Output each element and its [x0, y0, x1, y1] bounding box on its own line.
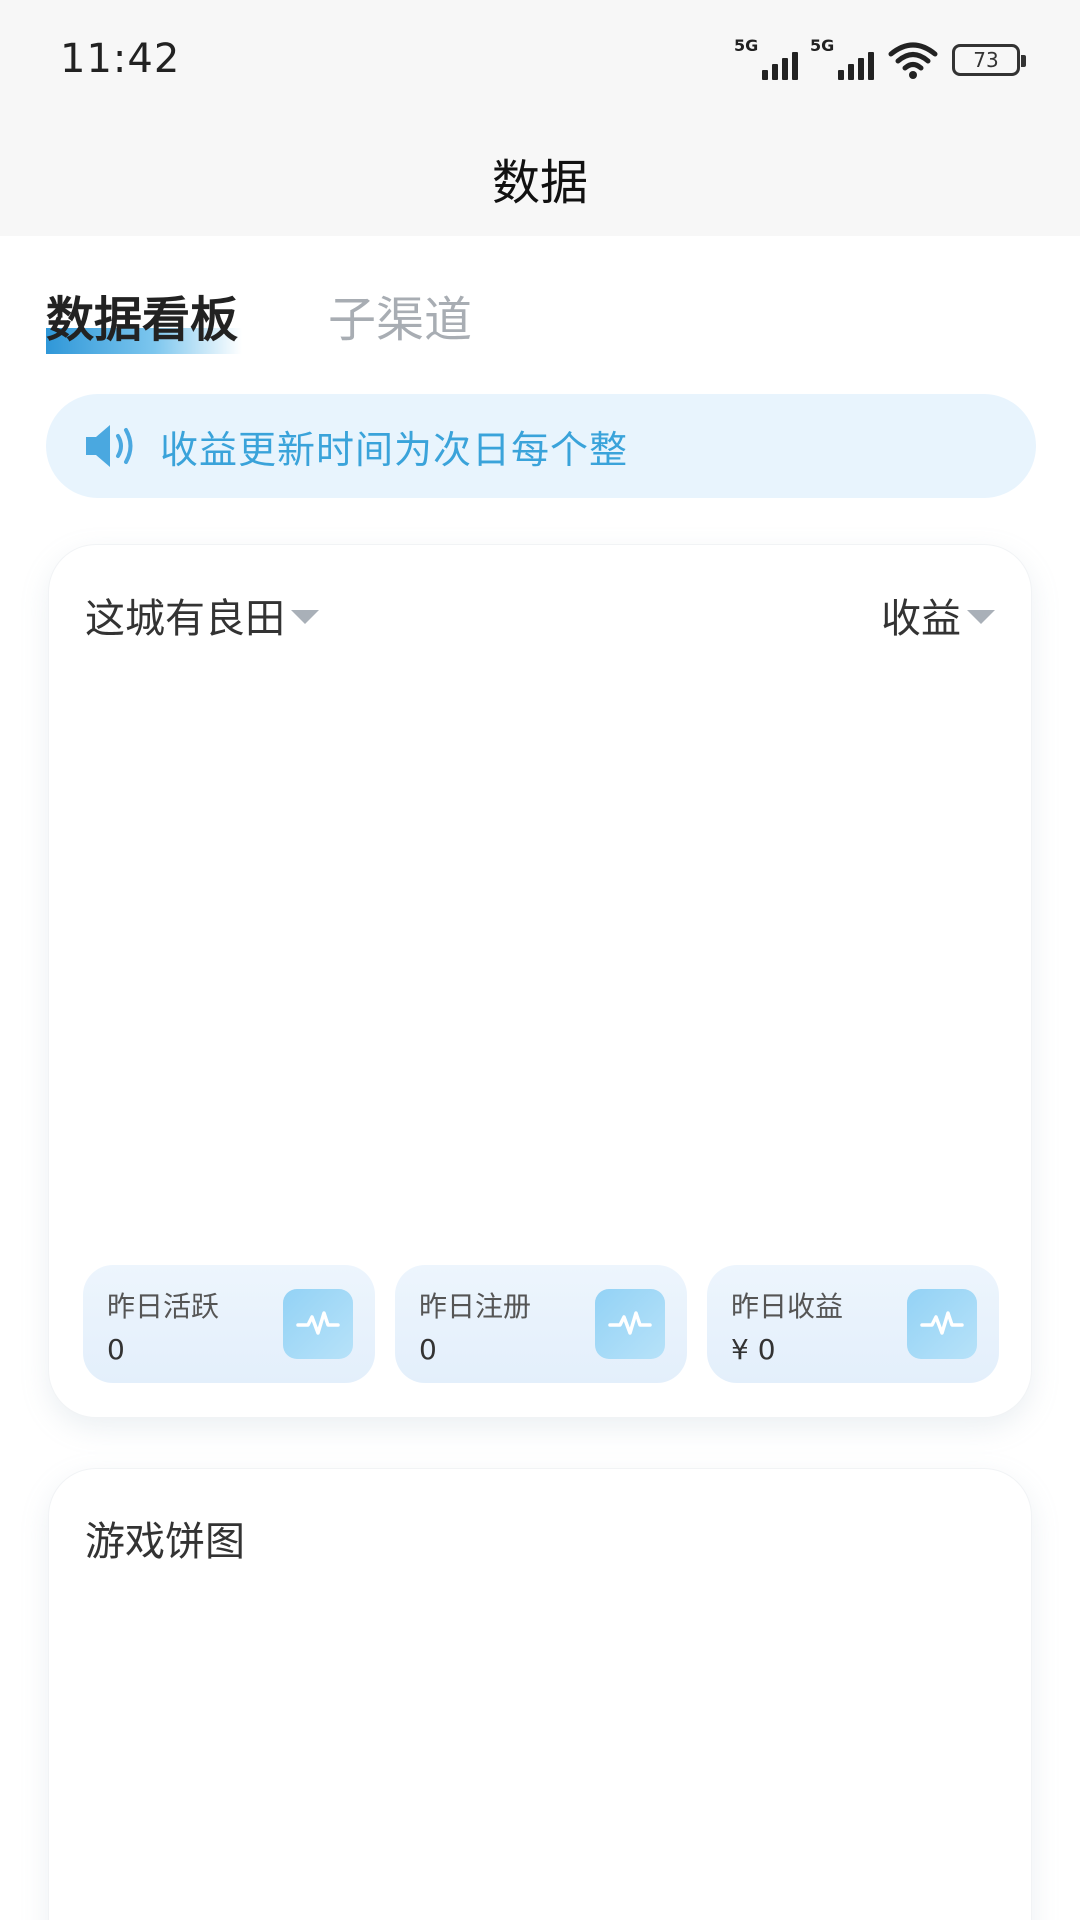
status-icons: 5G 5G 73: [734, 36, 1026, 82]
filter-row: 这城有良田 收益: [85, 585, 995, 645]
signal-icon: 5G: [734, 36, 798, 80]
pulse-icon: [283, 1289, 353, 1359]
game-select-value: 这城有良田: [85, 596, 285, 642]
battery-icon: 73: [952, 44, 1026, 76]
caret-down-icon: [291, 610, 319, 624]
stats-row: 昨日活跃 0 昨日注册 0 昨日收益 ¥ 0: [83, 1265, 999, 1383]
wifi-icon: [888, 42, 938, 79]
caret-down-icon: [967, 610, 995, 624]
stat-yesterday-register[interactable]: 昨日注册 0: [395, 1265, 687, 1383]
data-card: 这城有良田 收益 昨日活跃 0 昨日注册 0 昨日收益 ¥ 0: [48, 544, 1032, 1418]
stat-yesterday-revenue[interactable]: 昨日收益 ¥ 0: [707, 1265, 999, 1383]
status-time: 11:42: [60, 36, 181, 82]
network-type-label: 5G: [810, 36, 835, 55]
tab-dashboard-label: 数据看板: [46, 292, 239, 348]
tab-sub-channel[interactable]: 子渠道: [328, 280, 472, 350]
metric-select[interactable]: 收益: [881, 586, 995, 644]
status-bar: 11:42 5G 5G 73: [0, 0, 1080, 120]
page-title: 数据: [491, 155, 588, 211]
speaker-icon: [86, 425, 133, 467]
nav-bar: 数据: [0, 120, 1080, 236]
pulse-icon: [595, 1289, 665, 1359]
tab-bar: 数据看板 子渠道: [46, 280, 472, 354]
game-select[interactable]: 这城有良田: [85, 586, 319, 644]
metric-select-value: 收益: [881, 596, 961, 642]
tab-sub-channel-label: 子渠道: [328, 292, 473, 348]
network-type-label: 5G: [734, 36, 759, 55]
game-pie-card: 游戏饼图: [48, 1468, 1032, 1920]
notice-text: 收益更新时间为次日每个整: [160, 427, 629, 472]
notice-banner: 收益更新时间为次日每个整: [46, 394, 1036, 498]
pie-card-title: 游戏饼图: [85, 1519, 245, 1565]
signal-icon: 5G: [810, 36, 874, 80]
battery-level: 73: [973, 48, 999, 72]
pulse-icon: [907, 1289, 977, 1359]
stat-yesterday-active[interactable]: 昨日活跃 0: [83, 1265, 375, 1383]
tab-dashboard[interactable]: 数据看板: [46, 280, 242, 354]
